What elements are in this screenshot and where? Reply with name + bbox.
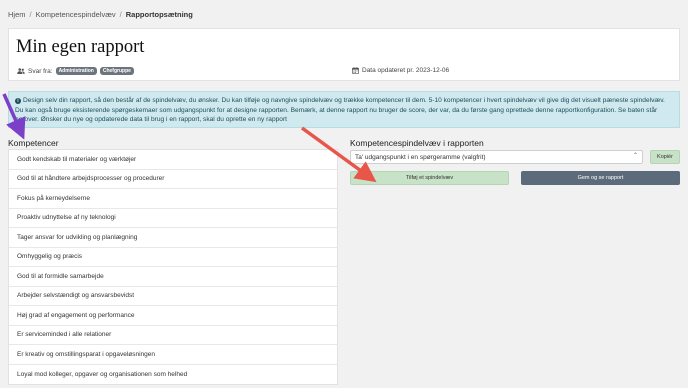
- breadcrumb-current: Rapportopsætning: [125, 10, 193, 19]
- report-webs-title: Kompetencespindelvæv i rapporten: [350, 138, 484, 148]
- list-item[interactable]: Omhyggelig og præcis: [9, 248, 337, 267]
- competence-list: Godt kendskab til materialer og værktøje…: [8, 149, 338, 385]
- badge-chefgruppe: Chefgruppe: [99, 67, 134, 75]
- add-web-button[interactable]: Tilføj et spindelvæv: [350, 171, 509, 185]
- breadcrumb: Hjem / Kompetencespindelvæv / Rapportops…: [8, 10, 193, 19]
- list-item[interactable]: Tager ansvar for udvikling og planlægnin…: [9, 228, 337, 248]
- questionnaire-select-value: Ta' udgangspunkt i en spørgeramme (valgf…: [355, 153, 486, 161]
- questionnaire-select[interactable]: Ta' udgangspunkt i en spørgeramme (valgf…: [350, 150, 643, 164]
- breadcrumb-home[interactable]: Hjem: [8, 10, 26, 19]
- report-header-card: Min egen rapport Svar fra: Administratio…: [8, 28, 680, 81]
- competences-title: Kompetencer: [8, 138, 59, 148]
- breadcrumb-competence-web[interactable]: Kompetencespindelvæv: [36, 10, 116, 19]
- list-item[interactable]: Høj grad af engagement og performance: [9, 306, 337, 326]
- list-item[interactable]: God til at formidle samarbejde: [9, 267, 337, 287]
- copy-button[interactable]: Kopiér: [650, 150, 680, 164]
- users-icon: [17, 68, 25, 74]
- respondents-label: Svar fra:: [28, 67, 53, 75]
- list-item[interactable]: Proaktiv udnyttelse af ny teknologi: [9, 209, 337, 228]
- calendar-icon: [352, 67, 359, 74]
- info-text: Design selv din rapport, så den består a…: [15, 97, 665, 123]
- page-title: Min egen rapport: [16, 37, 145, 57]
- breadcrumb-separator: /: [119, 10, 122, 19]
- breadcrumb-separator: /: [29, 10, 32, 19]
- list-item[interactable]: Er kreativ og omstillingsparat i opgavel…: [9, 345, 337, 365]
- list-item[interactable]: Er serviceminded i alle relationer: [9, 326, 337, 345]
- save-and-view-report-button[interactable]: Gem og se rapport: [521, 171, 680, 185]
- data-updated-label: Data opdateret pr. 2023-12-06: [362, 67, 450, 74]
- info-alert: i Design selv din rapport, så den består …: [8, 91, 680, 128]
- list-item[interactable]: Fokus på kerneydelserne: [9, 189, 337, 209]
- list-item[interactable]: Arbejder selvstændigt og ansvarsbevidst: [9, 287, 337, 306]
- chevron-down-icon: ⌃: [632, 153, 638, 159]
- data-updated-info: Data opdateret pr. 2023-12-06: [352, 67, 449, 74]
- badge-administration: Administration: [55, 67, 97, 75]
- respondents-info: Svar fra: Administration Chefgruppe: [17, 67, 134, 75]
- list-item[interactable]: God til at håndtere arbejdsprocesser og …: [9, 170, 337, 189]
- list-item[interactable]: Godt kendskab til materialer og værktøje…: [9, 150, 337, 170]
- info-icon: i: [15, 98, 21, 104]
- list-item[interactable]: Loyal mod kolleger, opgaver og organisat…: [9, 365, 337, 385]
